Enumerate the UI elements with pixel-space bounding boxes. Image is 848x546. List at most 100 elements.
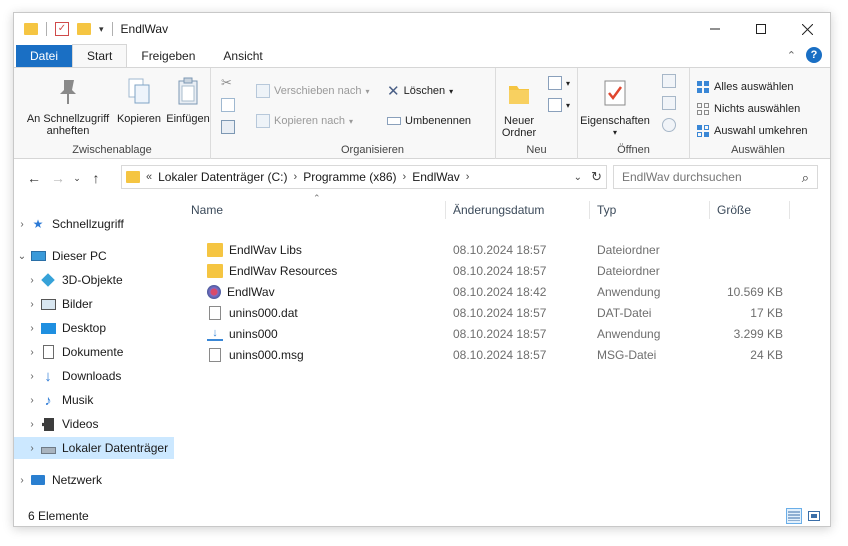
properties-label: Eigenschaften (580, 115, 650, 127)
nav-item-videos[interactable]: › Videos (14, 413, 174, 435)
separator (46, 22, 47, 36)
column-header-size[interactable]: Größe (717, 199, 751, 221)
table-row[interactable]: EndlWav Resources 08.10.2024 18:57 Datei… (191, 260, 791, 281)
open-button[interactable] (662, 72, 680, 90)
chevron-right-icon[interactable]: › (24, 371, 40, 382)
breadcrumb-separator-icon[interactable]: › (466, 171, 470, 183)
tab-freigeben[interactable]: Freigeben (127, 45, 209, 67)
new-folder-label-line1: Neuer (504, 115, 534, 127)
cut-button[interactable]: ✂ (221, 74, 232, 92)
select-all-icon (697, 81, 709, 93)
chevron-right-icon[interactable]: › (24, 323, 40, 334)
nav-item-pictures[interactable]: › Bilder (14, 293, 174, 315)
copy-button[interactable]: Kopieren (114, 76, 164, 125)
breadcrumb-endlwav[interactable]: EndlWav (412, 170, 460, 184)
column-header-type[interactable]: Typ (597, 199, 616, 221)
large-icons-view-button[interactable] (806, 508, 822, 524)
edit-icon (662, 96, 676, 110)
new-folder-button[interactable]: Neuer Ordner (496, 78, 542, 139)
new-item-button[interactable]: ▾ (548, 74, 570, 92)
table-row[interactable]: ↓ unins000 08.10.2024 18:57 Anwendung 3.… (191, 323, 791, 344)
chevron-right-icon[interactable]: › (24, 299, 40, 310)
column-divider[interactable] (709, 201, 710, 219)
column-divider[interactable] (445, 201, 446, 219)
close-button[interactable] (784, 13, 830, 45)
nav-item-this-pc[interactable]: ⌄ Dieser PC (14, 245, 174, 267)
nav-item-desktop[interactable]: › Desktop (14, 317, 174, 339)
column-divider[interactable] (789, 201, 790, 219)
nav-label: Desktop (62, 321, 107, 335)
tab-ansicht[interactable]: Ansicht (209, 45, 276, 67)
up-button[interactable]: ↑ (84, 170, 108, 186)
breadcrumb-overflow[interactable]: « (146, 171, 152, 183)
column-header-date[interactable]: Änderungsdatum (453, 199, 544, 221)
pin-icon (60, 80, 76, 104)
table-row[interactable]: unins000.dat 08.10.2024 18:57 DAT-Datei … (191, 302, 791, 323)
nav-item-3d-objects[interactable]: › 3D-Objekte (14, 269, 174, 291)
chevron-down-icon[interactable]: ⌄ (14, 251, 30, 262)
properties-button[interactable]: Eigenschaften ▾ (578, 78, 652, 139)
invert-selection-button[interactable]: Auswahl umkehren (696, 122, 808, 140)
copy-to-button[interactable]: Kopieren nach ▾ (256, 112, 353, 130)
chevron-right-icon[interactable]: › (14, 219, 30, 230)
nav-item-network[interactable]: › Netzwerk (14, 469, 174, 491)
minimize-ribbon-icon[interactable]: ⌃ (787, 49, 796, 62)
chevron-right-icon[interactable]: › (24, 347, 40, 358)
chevron-right-icon[interactable]: › (24, 419, 40, 430)
nav-item-local-disk[interactable]: › Lokaler Datenträger (14, 437, 174, 459)
table-row[interactable]: EndlWav Libs 08.10.2024 18:57 Dateiordne… (191, 239, 791, 260)
search-input[interactable] (622, 170, 782, 184)
nav-item-downloads[interactable]: › ↓ Downloads (14, 365, 174, 387)
customize-dropdown-icon[interactable]: ▾ (99, 24, 104, 35)
easy-access-button[interactable]: ▾ (548, 96, 570, 114)
new-folder-quick-icon[interactable] (77, 23, 91, 35)
chevron-right-icon[interactable]: › (14, 475, 30, 486)
chevron-right-icon[interactable]: › (24, 275, 40, 286)
rename-button[interactable]: Umbenennen (387, 112, 471, 130)
history-button[interactable] (662, 116, 680, 134)
chevron-down-icon: ▾ (566, 78, 571, 88)
table-row[interactable]: EndlWav 08.10.2024 18:42 Anwendung 10.56… (191, 281, 791, 302)
table-row[interactable]: unins000.msg 08.10.2024 18:57 MSG-Datei … (191, 344, 791, 365)
search-box[interactable]: ⌕ (613, 165, 818, 189)
move-to-button[interactable]: Verschieben nach ▾ (256, 82, 369, 100)
tab-start[interactable]: Start (72, 44, 128, 67)
edit-button[interactable] (662, 94, 680, 112)
details-view-button[interactable] (786, 508, 802, 524)
breadcrumb-local-disk[interactable]: Lokaler Datenträger (C:) (158, 170, 287, 184)
address-bar[interactable]: « Lokaler Datenträger (C:) › Programme (… (121, 165, 607, 189)
breadcrumb-separator-icon[interactable]: › (294, 171, 298, 183)
ribbon: An Schnellzugriff anheften Kopieren Einf… (14, 67, 830, 159)
column-divider[interactable] (589, 201, 590, 219)
select-all-button[interactable]: Alles auswählen (696, 78, 794, 96)
breadcrumb-programme[interactable]: Programme (x86) (303, 170, 396, 184)
paste-button[interactable]: Einfügen (165, 76, 211, 125)
delete-button[interactable]: ✕ Löschen ▾ (387, 82, 453, 100)
copy-path-icon (221, 98, 235, 112)
nav-item-music[interactable]: › ♪ Musik (14, 389, 174, 411)
nav-item-quick-access[interactable]: › ★ Schnellzugriff (14, 213, 174, 235)
chevron-right-icon[interactable]: › (24, 443, 40, 454)
help-icon[interactable]: ? (806, 47, 822, 63)
copy-path-button[interactable] (221, 96, 239, 114)
maximize-button[interactable] (738, 13, 784, 45)
paste-shortcut-button[interactable] (221, 118, 239, 136)
ribbon-tabs: Datei Start Freigeben Ansicht ⌃ ? (14, 44, 830, 67)
minimize-button[interactable] (692, 13, 738, 45)
select-none-button[interactable]: Nichts auswählen (696, 100, 800, 118)
tab-datei[interactable]: Datei (16, 45, 73, 67)
recent-locations-icon[interactable]: ⌄ (70, 173, 84, 184)
column-header-name[interactable]: Name (191, 199, 223, 221)
refresh-icon[interactable]: ↻ (591, 169, 602, 185)
chevron-right-icon[interactable]: › (24, 395, 40, 406)
properties-quick-icon[interactable]: ✓ (55, 22, 69, 36)
address-dropdown-icon[interactable]: ⌄ (574, 172, 582, 183)
nav-item-documents[interactable]: › Dokumente (14, 341, 174, 363)
download-icon: ↓ (44, 367, 52, 385)
forward-button[interactable]: → (46, 170, 70, 186)
pin-quick-access-button[interactable]: An Schnellzugriff anheften (20, 76, 116, 137)
back-button[interactable]: ← (22, 170, 46, 186)
maximize-icon (756, 24, 766, 34)
file-size: 24 KB (750, 347, 783, 362)
breadcrumb-separator-icon[interactable]: › (403, 171, 407, 183)
